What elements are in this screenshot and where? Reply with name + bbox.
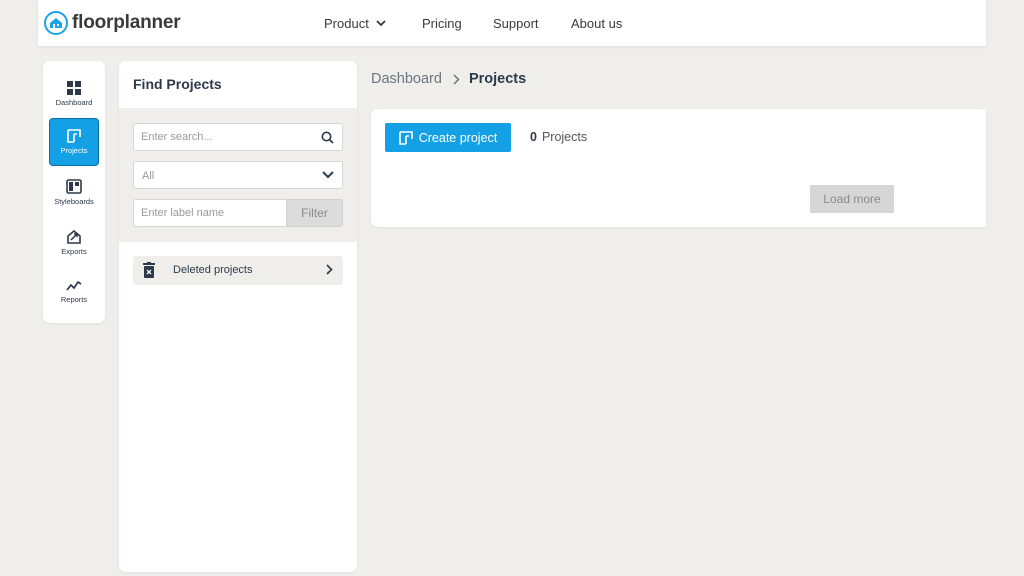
projects-count: 0 Projects (530, 130, 587, 144)
search-field[interactable] (133, 123, 343, 151)
breadcrumb-current: Projects (468, 71, 527, 87)
search-icon[interactable] (321, 131, 334, 144)
select-value: All (142, 170, 155, 182)
projects-count-value: 0 (530, 130, 537, 144)
sidebar-item-styleboards[interactable]: Styleboards (49, 168, 99, 216)
nav-pricing[interactable]: Pricing (422, 16, 462, 31)
styleboard-icon (66, 178, 82, 194)
search-input[interactable] (141, 131, 311, 143)
create-project-label: Create project (418, 130, 498, 145)
sidebar-item-label: Reports (60, 295, 88, 304)
breadcrumb: Dashboard Projects (371, 71, 526, 87)
floorplanner-logo-icon (44, 11, 68, 35)
sidebar-item-label: Dashboard (55, 98, 93, 107)
chevron-down-icon (322, 171, 334, 179)
floorplanner-logo[interactable]: floorplanner (44, 10, 181, 36)
sidebar-item-dashboard[interactable]: Dashboard (49, 70, 99, 118)
floorplan-icon (67, 129, 81, 143)
sidebar-item-reports[interactable]: Reports (49, 268, 99, 316)
nav-support[interactable]: Support (493, 16, 539, 31)
nav-product-label: Product (324, 16, 369, 31)
nav-product[interactable]: Product (324, 16, 386, 31)
deleted-projects-label: Deleted projects (173, 264, 253, 276)
sidebar-item-exports[interactable]: Exports (49, 218, 99, 266)
project-filter-select[interactable]: All (133, 161, 343, 189)
sidebar-item-projects[interactable]: Projects (49, 118, 99, 166)
sidebar-item-label: Projects (60, 146, 88, 155)
load-more-button[interactable]: Load more (810, 185, 894, 213)
nav-about-us[interactable]: About us (571, 16, 622, 31)
chevron-down-icon (376, 20, 386, 27)
projects-card: Create project 0 Projects Load more (371, 109, 986, 227)
chevron-right-icon (326, 264, 333, 275)
create-project-button[interactable]: Create project (385, 123, 511, 152)
floorplan-icon (398, 130, 413, 145)
trash-icon (143, 262, 155, 278)
find-projects-panel: Find Projects All Filter Deleted project… (119, 61, 357, 572)
filter-button[interactable]: Filter (286, 199, 343, 227)
sidebar-item-label: Exports (61, 246, 87, 256)
sidebar-item-label: Styleboards (54, 196, 94, 206)
top-nav: floorplanner Product Pricing Support Abo… (38, 0, 986, 46)
grid-icon (67, 81, 81, 95)
find-projects-title: Find Projects (133, 76, 222, 92)
export-icon (67, 229, 81, 244)
projects-count-label: Projects (541, 130, 588, 144)
breadcrumb-dashboard[interactable]: Dashboard (371, 71, 442, 87)
deleted-projects-item[interactable]: Deleted projects (133, 256, 343, 285)
filters-area: All Filter (119, 108, 357, 242)
brand-name: floorplanner (72, 12, 181, 33)
chart-line-icon (66, 280, 82, 291)
icon-sidebar: Dashboard Projects Styleboards Exports R… (43, 61, 105, 323)
label-field[interactable] (133, 199, 311, 227)
chevron-right-icon (453, 73, 460, 85)
